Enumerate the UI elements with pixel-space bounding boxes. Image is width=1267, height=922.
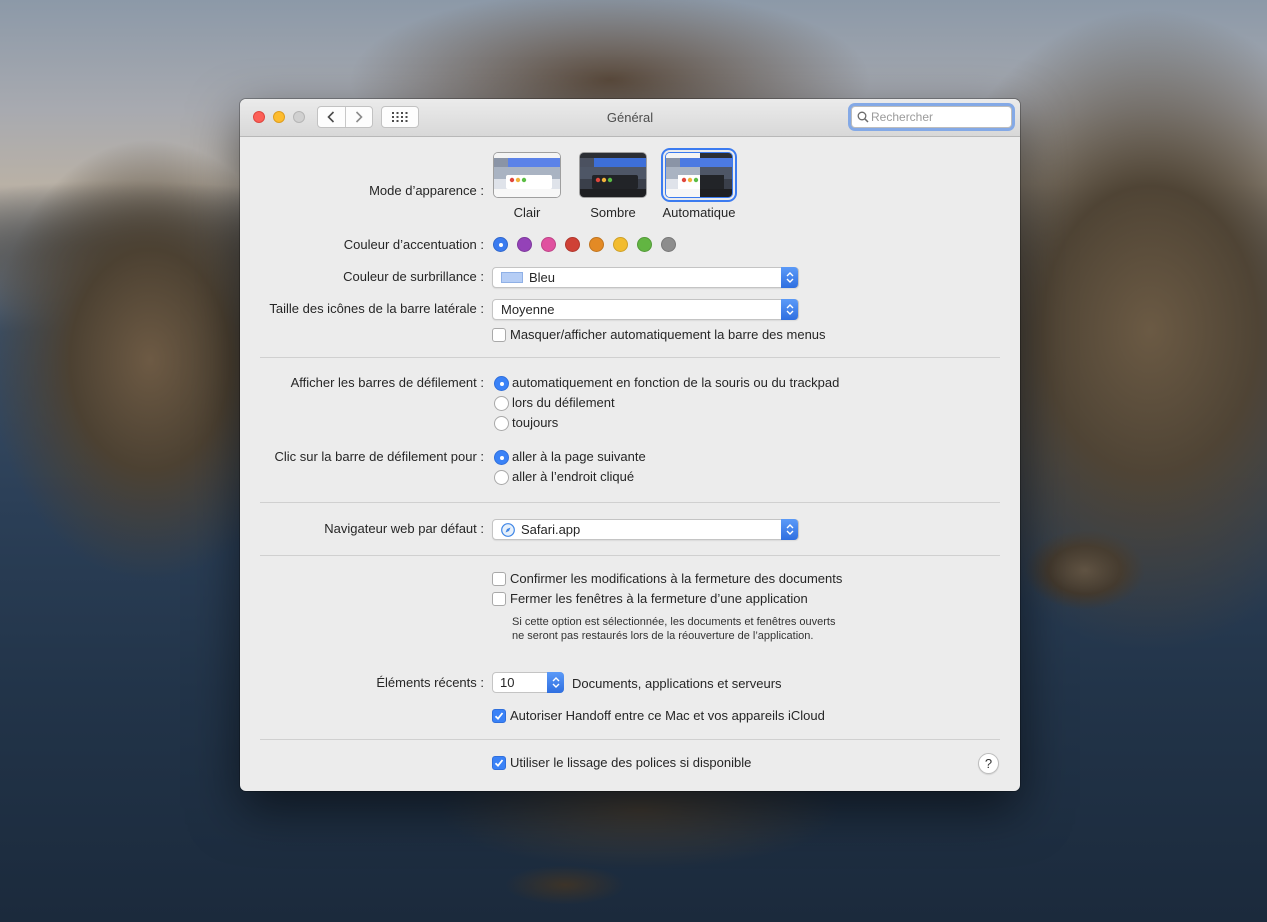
- appearance-option-light[interactable]: [493, 152, 561, 198]
- checkmark-icon: [494, 759, 504, 768]
- accent-color-0[interactable]: [493, 237, 508, 252]
- search-input[interactable]: [871, 108, 1006, 126]
- scrollbars-scrolling-radio[interactable]: [494, 396, 509, 411]
- sidebar-icon-size-value: Moyenne: [501, 302, 555, 317]
- popup-arrows-icon: [781, 299, 798, 320]
- highlight-color-label: Couleur de surbrillance :: [343, 269, 484, 284]
- highlight-swatch: [501, 272, 523, 283]
- default-browser-popup[interactable]: Safari.app: [492, 519, 799, 540]
- recent-items-suffix: Documents, applications et serveurs: [572, 676, 782, 691]
- checkmark-icon: [494, 712, 504, 721]
- search-icon: [857, 111, 869, 123]
- safari-icon: [501, 523, 515, 537]
- light-mode-preview-icon: [494, 153, 560, 197]
- sidebar-icon-size-popup[interactable]: Moyenne: [492, 299, 799, 320]
- popup-arrows-icon: [781, 519, 798, 540]
- appearance-option-dark[interactable]: [579, 152, 647, 198]
- default-browser-value: Safari.app: [521, 522, 581, 537]
- click-spot-label: aller à l’endroit cliqué: [512, 469, 635, 484]
- close-windows-label: Fermer les fenêtres à la fermeture d’une…: [510, 591, 808, 606]
- stepper-arrows-icon[interactable]: [547, 672, 564, 693]
- scrollbars-scrolling-label: lors du défilement: [512, 395, 615, 410]
- appearance-caption-dark: Sombre: [590, 205, 636, 220]
- recent-items-stepper[interactable]: [492, 672, 564, 693]
- separator: [260, 555, 1000, 556]
- default-browser-label: Navigateur web par défaut :: [324, 521, 484, 536]
- font-smoothing-label: Utiliser le lissage des polices si dispo…: [510, 755, 752, 770]
- close-windows-note: Si cette option est sélectionnée, les do…: [512, 616, 836, 642]
- click-next-page-radio[interactable]: [494, 450, 509, 465]
- recent-items-input[interactable]: [500, 675, 540, 690]
- accent-color-3[interactable]: [565, 237, 580, 252]
- autohide-menubar-checkbox[interactable]: [492, 328, 506, 342]
- accent-color-7[interactable]: [661, 237, 676, 252]
- accent-color-2[interactable]: [541, 237, 556, 252]
- dark-mode-preview-icon: [580, 153, 646, 197]
- handoff-label: Autoriser Handoff entre ce Mac et vos ap…: [510, 708, 825, 723]
- scrollbars-always-radio[interactable]: [494, 416, 509, 431]
- accent-color-5[interactable]: [613, 237, 628, 252]
- accent-color-label: Couleur d’accentuation :: [343, 237, 484, 252]
- accent-color-4[interactable]: [589, 237, 604, 252]
- handoff-checkbox[interactable]: [492, 709, 506, 723]
- highlight-color-popup[interactable]: Bleu: [492, 267, 799, 288]
- scrollbars-always-label: toujours: [512, 415, 559, 430]
- system-preferences-window: Général Mode d’apparence :: [240, 99, 1020, 791]
- separator: [260, 739, 1000, 740]
- appearance-label: Mode d’apparence :: [369, 183, 484, 198]
- popup-arrows-icon: [781, 267, 798, 288]
- close-windows-checkbox[interactable]: [492, 592, 506, 606]
- help-button[interactable]: ?: [978, 753, 999, 774]
- accent-color-6[interactable]: [637, 237, 652, 252]
- show-scrollbars-label: Afficher les barres de défilement :: [290, 375, 484, 390]
- click-spot-radio[interactable]: [494, 470, 509, 485]
- click-next-page-label: aller à la page suivante: [512, 449, 646, 464]
- appearance-caption-auto: Automatique: [662, 205, 736, 220]
- search-field[interactable]: [851, 106, 1012, 128]
- recent-items-label: Éléments récents :: [376, 675, 484, 690]
- sidebar-icon-size-label: Taille des icônes de la barre latérale :: [269, 301, 484, 316]
- click-scrollbar-label: Clic sur la barre de défilement pour :: [274, 449, 484, 464]
- separator: [260, 357, 1000, 358]
- appearance-option-auto[interactable]: [665, 152, 733, 198]
- separator: [260, 502, 1000, 503]
- auto-mode-preview-icon: [666, 153, 732, 197]
- font-smoothing-checkbox[interactable]: [492, 756, 506, 770]
- highlight-color-value: Bleu: [529, 270, 556, 285]
- general-preferences-content: Mode d’apparence : Clair Sombre Automati…: [240, 137, 1020, 791]
- appearance-caption-light: Clair: [513, 205, 541, 220]
- accent-color-1[interactable]: [517, 237, 532, 252]
- scrollbars-auto-radio[interactable]: [494, 376, 509, 391]
- confirm-changes-label: Confirmer les modifications à la fermetu…: [510, 571, 843, 586]
- autohide-menubar-label: Masquer/afficher automatiquement la barr…: [510, 327, 826, 342]
- title-bar: Général: [240, 99, 1020, 137]
- confirm-changes-checkbox[interactable]: [492, 572, 506, 586]
- scrollbars-auto-label: automatiquement en fonction de la souris…: [512, 375, 840, 390]
